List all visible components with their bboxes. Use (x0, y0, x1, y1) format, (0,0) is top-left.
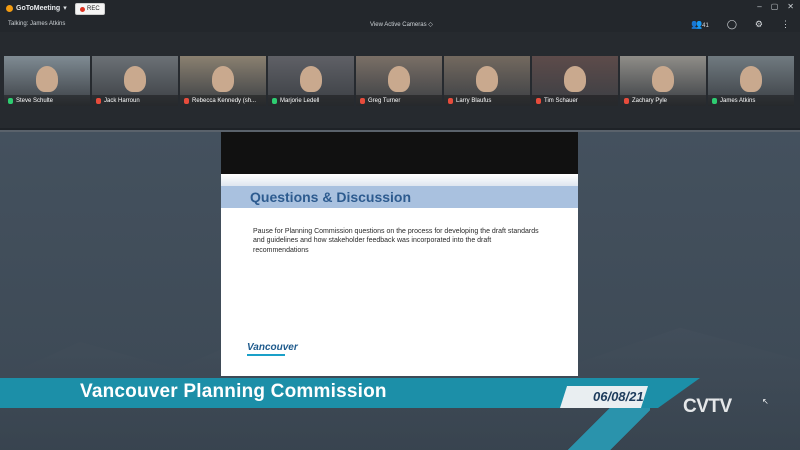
mic-muted-icon (360, 97, 365, 104)
recording-badge[interactable]: REC (75, 3, 105, 15)
people-icon: 👥 (690, 19, 703, 29)
meeting-toolbar: Talking: James Atkins View Active Camera… (0, 18, 800, 32)
participant-tile[interactable]: Jack Harroun (92, 56, 178, 106)
cvtv-logo: CVTV (683, 396, 732, 417)
attendees-button[interactable]: 👥41 (691, 19, 709, 30)
broadcast-date: 06/08/21 (593, 389, 644, 404)
participant-name-bar: James Atkins (708, 95, 794, 106)
attendee-count: 41 (702, 23, 709, 29)
gotomeeting-logo-icon (6, 4, 13, 12)
participant-tile[interactable]: James Atkins (708, 56, 794, 106)
participant-video (300, 66, 322, 92)
participant-video (212, 66, 234, 92)
app-brand: GoToMeeting ▾ (6, 4, 67, 12)
participant-video (388, 66, 410, 92)
participant-name: Tim Schauer (544, 97, 578, 104)
participant-name: Jack Harroun (104, 97, 140, 104)
title-bar: GoToMeeting ▾ REC – ▢ ✕ (0, 0, 800, 18)
participant-name-bar: Steve Schulte (4, 95, 90, 106)
chat-icon[interactable]: ◯ (727, 19, 737, 30)
participant-video (476, 66, 498, 92)
participant-tile[interactable]: Rebecca Kennedy (sh... (180, 56, 266, 106)
mic-muted-icon (184, 97, 189, 104)
participant-video (652, 66, 674, 92)
participant-video (124, 66, 146, 92)
participant-tile[interactable]: Greg Turner (356, 56, 442, 106)
banner-title: Vancouver Planning Commission (80, 381, 387, 402)
mic-on-icon (8, 97, 13, 104)
recording-label: REC (87, 6, 100, 12)
participant-name-bar: Jack Harroun (92, 95, 178, 106)
participant-name: Steve Schulte (16, 97, 54, 104)
mic-muted-icon (96, 97, 101, 104)
participant-tile[interactable]: Zachary Pyle (620, 56, 706, 106)
mic-muted-icon (448, 97, 453, 104)
participant-name-bar: Greg Turner (356, 95, 442, 106)
presentation-slide: Questions & Discussion Pause for Plannin… (221, 132, 578, 376)
participant-video (564, 66, 586, 92)
maximize-button[interactable]: ▢ (771, 2, 779, 11)
participant-name-bar: Larry Blaufus (444, 95, 530, 106)
app-name: GoToMeeting (16, 4, 61, 12)
mic-on-icon (272, 97, 277, 104)
close-button[interactable]: ✕ (787, 2, 794, 11)
camera-strip: Steve Schulte Jack Harroun Rebecca Kennedy… (0, 32, 800, 128)
mic-muted-icon (624, 97, 629, 104)
participant-tile[interactable]: Steve Schulte (4, 56, 90, 106)
date-box: 06/08/21 (560, 386, 648, 408)
minimize-button[interactable]: – (757, 2, 761, 11)
view-active-cameras-button[interactable]: View Active Cameras ◇ (370, 21, 433, 28)
vancouver-logo: Vancouver (247, 342, 298, 356)
settings-gear-icon[interactable]: ⚙ (755, 19, 763, 30)
slide-title: Questions & Discussion (250, 189, 412, 205)
participant-name: Zachary Pyle (632, 97, 668, 104)
participant-name: Greg Turner (368, 97, 401, 104)
participant-name-bar: Tim Schauer (532, 95, 618, 106)
mic-muted-icon (536, 97, 541, 104)
banner-stripe (540, 408, 650, 450)
slide-header-gradient (221, 174, 578, 186)
participant-name: Marjorie Ledell (280, 97, 320, 104)
participant-video (36, 66, 58, 92)
participant-name-bar: Rebecca Kennedy (sh... (180, 95, 266, 106)
chevron-down-icon[interactable]: ▾ (63, 4, 67, 12)
slide-body-text: Pause for Planning Commission questions … (253, 228, 539, 254)
mouse-cursor-icon: ↖ (762, 397, 769, 406)
talking-indicator: Talking: James Atkins (8, 21, 66, 27)
record-dot-icon (80, 6, 85, 12)
more-options-icon[interactable]: ⋮ (781, 19, 790, 30)
participant-name-bar: Marjorie Ledell (268, 95, 354, 106)
participant-video (740, 66, 762, 92)
participant-name: Larry Blaufus (456, 97, 492, 104)
participant-name-bar: Zachary Pyle (620, 95, 706, 106)
slide-black-band (221, 132, 578, 174)
participant-tile[interactable]: Marjorie Ledell (268, 56, 354, 106)
mic-on-icon (712, 97, 717, 104)
participant-name: Rebecca Kennedy (sh... (192, 97, 257, 104)
participant-tile[interactable]: Larry Blaufus (444, 56, 530, 106)
participant-name: James Atkins (720, 97, 756, 104)
participant-tile[interactable]: Tim Schauer (532, 56, 618, 106)
